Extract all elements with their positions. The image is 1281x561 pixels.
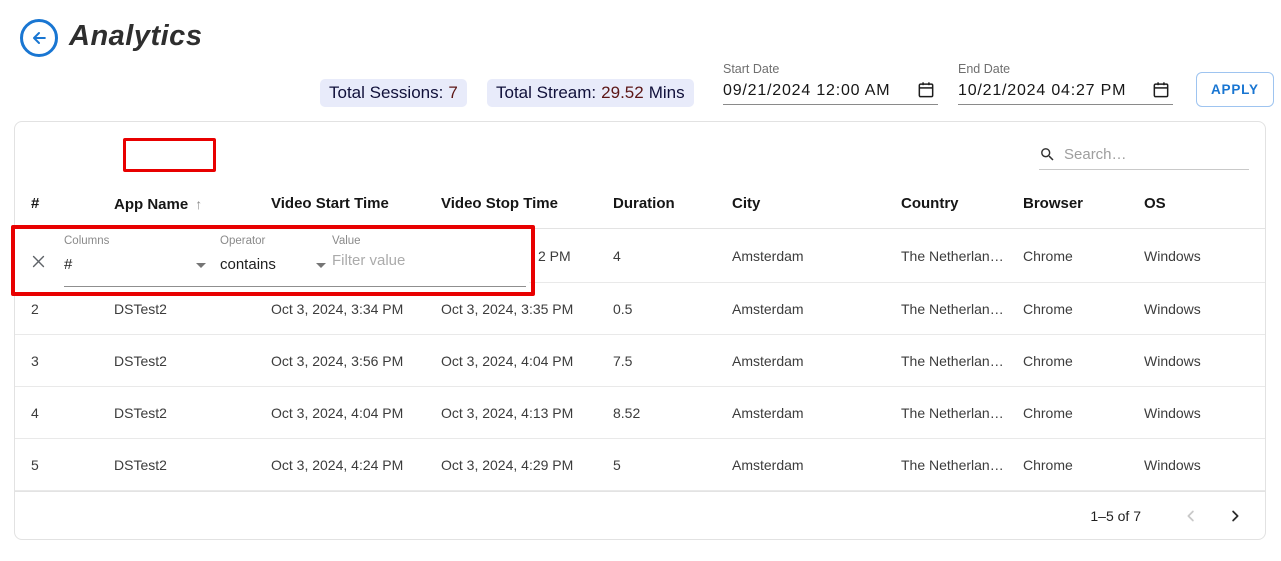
previous-page-button[interactable] xyxy=(1177,502,1205,530)
total-stream-label: Total Stream: xyxy=(496,83,596,103)
sort-ascending-icon: ↑ xyxy=(195,196,202,212)
table-header-row: # App Name↑ Video Start Time Video Stop … xyxy=(15,179,1265,229)
cell-video-stop-time: Oct 3, 2024, 4:04 PM xyxy=(441,335,573,387)
cell-os: Windows xyxy=(1144,283,1201,335)
start-date-calendar-button[interactable] xyxy=(916,80,936,100)
header-video-start-time[interactable]: Video Start Time xyxy=(271,179,389,229)
total-sessions-badge: Total Sessions: 7 xyxy=(320,79,467,107)
header-video-stop-time[interactable]: Video Stop Time xyxy=(441,179,558,229)
cell-app-name: DSTest2 xyxy=(114,387,167,439)
header-country[interactable]: Country xyxy=(901,179,959,229)
total-stream-unit: Mins xyxy=(649,83,685,103)
filter-value-input[interactable] xyxy=(332,252,522,269)
cell-os: Windows xyxy=(1144,335,1201,387)
chevron-down-icon[interactable] xyxy=(196,263,206,268)
total-stream-value: 29.52 xyxy=(601,83,644,103)
total-sessions-value: 7 xyxy=(448,83,457,103)
filter-column-select[interactable]: # xyxy=(64,256,72,273)
cell-city: Amsterdam xyxy=(732,335,804,387)
cell-city: Amsterdam xyxy=(732,439,804,491)
search-box xyxy=(1039,140,1249,170)
cell-video-start-time: Oct 3, 2024, 3:56 PM xyxy=(271,335,403,387)
filter-operator-select[interactable]: contains xyxy=(220,256,276,273)
cell-duration: 4 xyxy=(613,229,621,283)
remove-filter-button[interactable] xyxy=(27,250,49,272)
table-footer: 1–5 of 7 xyxy=(15,491,1265,540)
start-date-value[interactable]: 09/21/2024 12:00 AM xyxy=(723,82,890,100)
arrow-left-icon xyxy=(29,28,49,48)
end-date-field[interactable]: End Date 10/21/2024 04:27 PM xyxy=(958,61,1173,105)
cell-city: Amsterdam xyxy=(732,283,804,335)
filter-value-label: Value xyxy=(332,235,361,247)
cell-os: Windows xyxy=(1144,387,1201,439)
table-row[interactable]: 3 DSTest2 Oct 3, 2024, 3:56 PM Oct 3, 20… xyxy=(15,335,1265,387)
table-row[interactable]: 4 DSTest2 Oct 3, 2024, 4:04 PM Oct 3, 20… xyxy=(15,387,1265,439)
filter-fields-underline xyxy=(64,286,526,287)
cell-city: Amsterdam xyxy=(732,387,804,439)
cell-app-name: DSTest2 xyxy=(114,335,167,387)
filter-panel: Columns # Operator contains Value xyxy=(15,229,529,292)
header-browser[interactable]: Browser xyxy=(1023,179,1083,229)
start-date-label: Start Date xyxy=(723,62,779,76)
chevron-down-icon[interactable] xyxy=(316,263,326,268)
cell-number: 3 xyxy=(31,335,39,387)
pagination-range: 1–5 of 7 xyxy=(1090,508,1141,524)
cell-video-stop-time: Oct 3, 2024, 4:29 PM xyxy=(441,439,573,491)
filter-columns-label: Columns xyxy=(64,235,109,247)
start-date-field[interactable]: Start Date 09/21/2024 12:00 AM xyxy=(723,61,938,105)
cell-browser: Chrome xyxy=(1023,229,1073,283)
filter-operator-label: Operator xyxy=(220,235,265,247)
cell-app-name: DSTest2 xyxy=(114,439,167,491)
cell-country: The Netherlan… xyxy=(901,387,1004,439)
total-sessions-label: Total Sessions: xyxy=(329,83,443,103)
cell-video-start-time: Oct 3, 2024, 4:04 PM xyxy=(271,387,403,439)
cell-browser: Chrome xyxy=(1023,439,1073,491)
total-stream-badge: Total Stream: 29.52 Mins xyxy=(487,79,694,107)
cell-duration: 0.5 xyxy=(613,283,632,335)
data-grid: COLUMNS FILTERS DENSITY EXPORT xyxy=(14,121,1266,540)
header-os[interactable]: OS xyxy=(1144,179,1166,229)
cell-os: Windows xyxy=(1144,229,1201,283)
chevron-left-icon xyxy=(1182,507,1200,525)
next-page-button[interactable] xyxy=(1221,502,1249,530)
header-duration[interactable]: Duration xyxy=(613,179,675,229)
cell-os: Windows xyxy=(1144,439,1201,491)
cell-video-start-time: Oct 3, 2024, 4:24 PM xyxy=(271,439,403,491)
calendar-icon xyxy=(916,80,936,100)
table-row[interactable]: 5 DSTest2 Oct 3, 2024, 4:24 PM Oct 3, 20… xyxy=(15,439,1265,491)
end-date-value[interactable]: 10/21/2024 04:27 PM xyxy=(958,82,1126,100)
chevron-right-icon xyxy=(1226,507,1244,525)
cell-number: 4 xyxy=(31,387,39,439)
header-app-name[interactable]: App Name↑ xyxy=(114,179,202,230)
cell-duration: 5 xyxy=(613,439,621,491)
close-icon xyxy=(30,253,47,270)
search-input[interactable] xyxy=(1064,146,1234,163)
calendar-icon xyxy=(1151,80,1171,100)
cell-browser: Chrome xyxy=(1023,335,1073,387)
search-icon xyxy=(1039,146,1056,163)
back-button[interactable] xyxy=(20,19,58,57)
cell-duration: 7.5 xyxy=(613,335,632,387)
cell-country: The Netherlan… xyxy=(901,335,1004,387)
cell-duration: 8.52 xyxy=(613,387,640,439)
cell-video-stop-time: Oct 3, 2024, 4:13 PM xyxy=(441,387,573,439)
cell-country: The Netherlan… xyxy=(901,439,1004,491)
header-number[interactable]: # xyxy=(31,179,39,229)
cell-country: The Netherlan… xyxy=(901,229,1004,283)
cell-country: The Netherlan… xyxy=(901,283,1004,335)
cell-browser: Chrome xyxy=(1023,387,1073,439)
apply-button[interactable]: APPLY xyxy=(1196,72,1274,107)
cell-browser: Chrome xyxy=(1023,283,1073,335)
header-city[interactable]: City xyxy=(732,179,760,229)
page-title: Analytics xyxy=(69,20,202,53)
analytics-page: { "header": { "title": "Analytics" }, "s… xyxy=(0,0,1281,561)
cell-city: Amsterdam xyxy=(732,229,804,283)
cell-video-stop-time-fragment: 2 PM xyxy=(538,229,571,283)
cell-number: 5 xyxy=(31,439,39,491)
end-date-calendar-button[interactable] xyxy=(1151,80,1171,100)
end-date-label: End Date xyxy=(958,62,1010,76)
